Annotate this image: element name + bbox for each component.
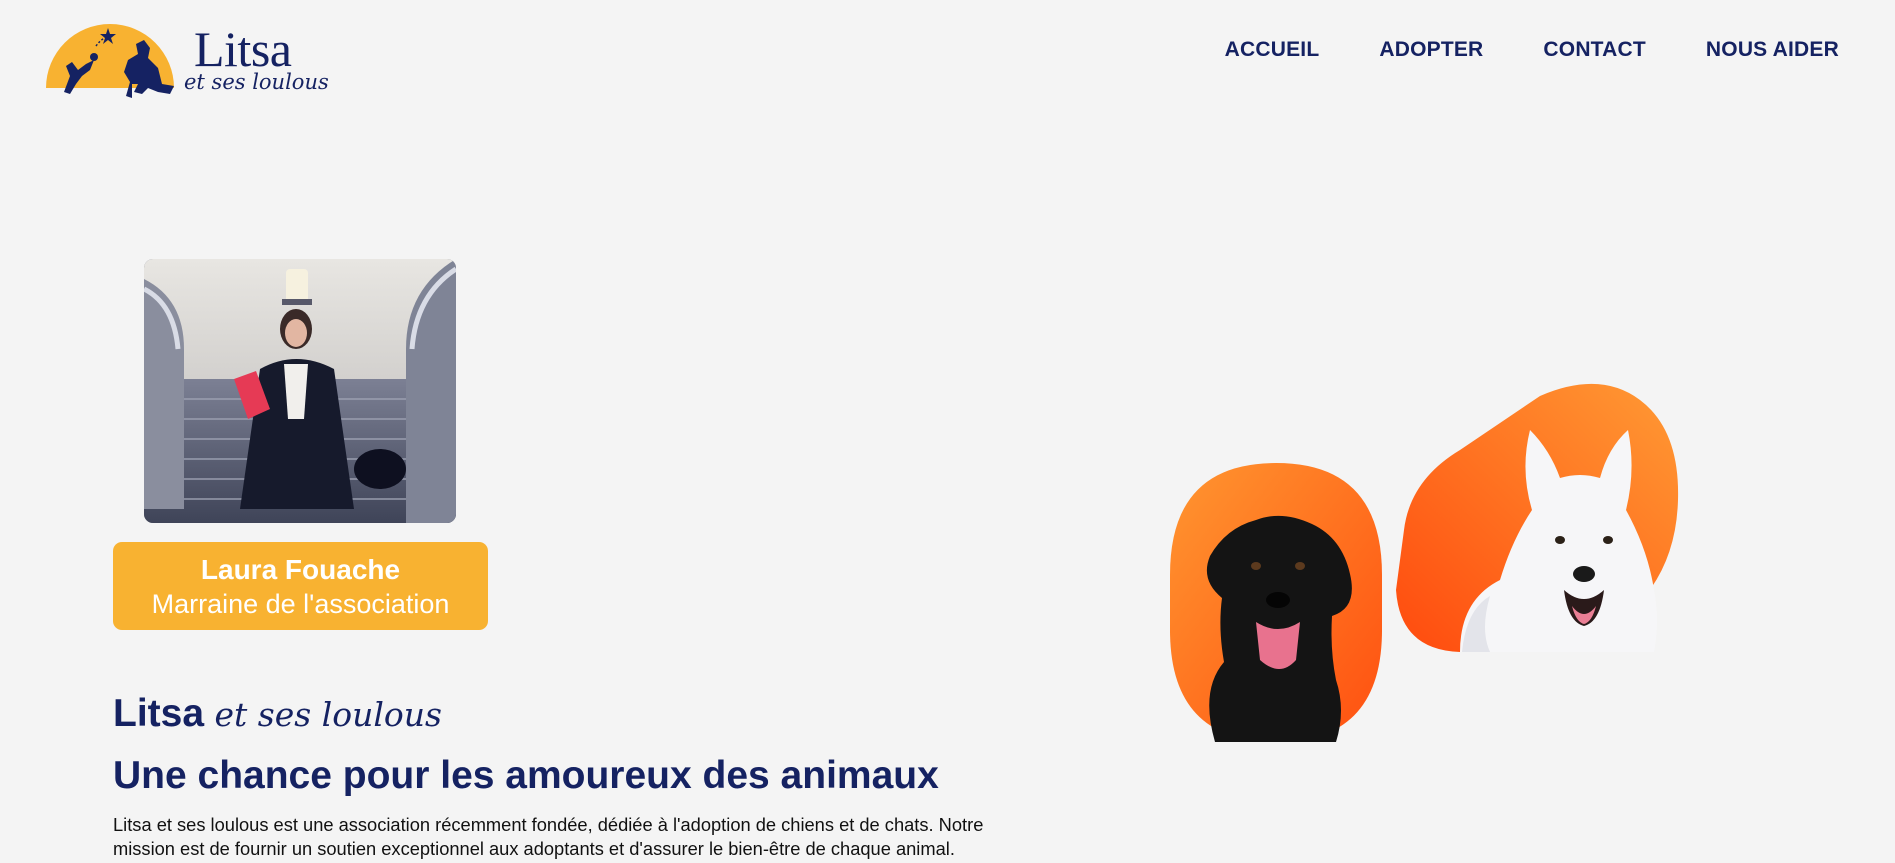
site-logo[interactable]: Litsa et ses loulous	[46, 21, 329, 100]
nav-nous-aider[interactable]: NOUS AIDER	[1706, 38, 1839, 62]
sponsor-role: Marraine de l'association	[151, 589, 450, 619]
nav-accueil[interactable]: ACCUEIL	[1225, 38, 1320, 62]
sponsor-photo	[144, 259, 456, 523]
dogs-illustration	[1160, 360, 1740, 760]
sponsor-name: Laura Fouache	[200, 554, 401, 585]
sponsor-caption: Laura Fouache Marraine de l'association	[113, 542, 488, 630]
logo-subtitle: et ses loulous	[184, 70, 329, 94]
nav-contact[interactable]: CONTACT	[1543, 38, 1646, 62]
brand-heading: Litsa et ses loulous	[113, 692, 442, 736]
page-headline: Une chance pour les amoureux des animaux	[113, 754, 939, 797]
black-dog-image	[1170, 463, 1382, 742]
page: Litsa et ses loulous ACCUEIL ADOPTER CON…	[0, 0, 1895, 863]
intro-paragraph: Litsa et ses loulous est une association…	[113, 814, 984, 859]
nav-adopter[interactable]: ADOPTER	[1379, 38, 1483, 62]
logo-sun-dogs-icon	[46, 24, 174, 98]
brand-script: et ses loulous	[214, 695, 442, 734]
logo-title: Litsa	[194, 21, 292, 77]
white-dog-image	[1396, 383, 1679, 652]
main-nav: ACCUEIL ADOPTER CONTACT NOUS AIDER	[1225, 38, 1839, 62]
brand-main: Litsa	[113, 692, 205, 735]
